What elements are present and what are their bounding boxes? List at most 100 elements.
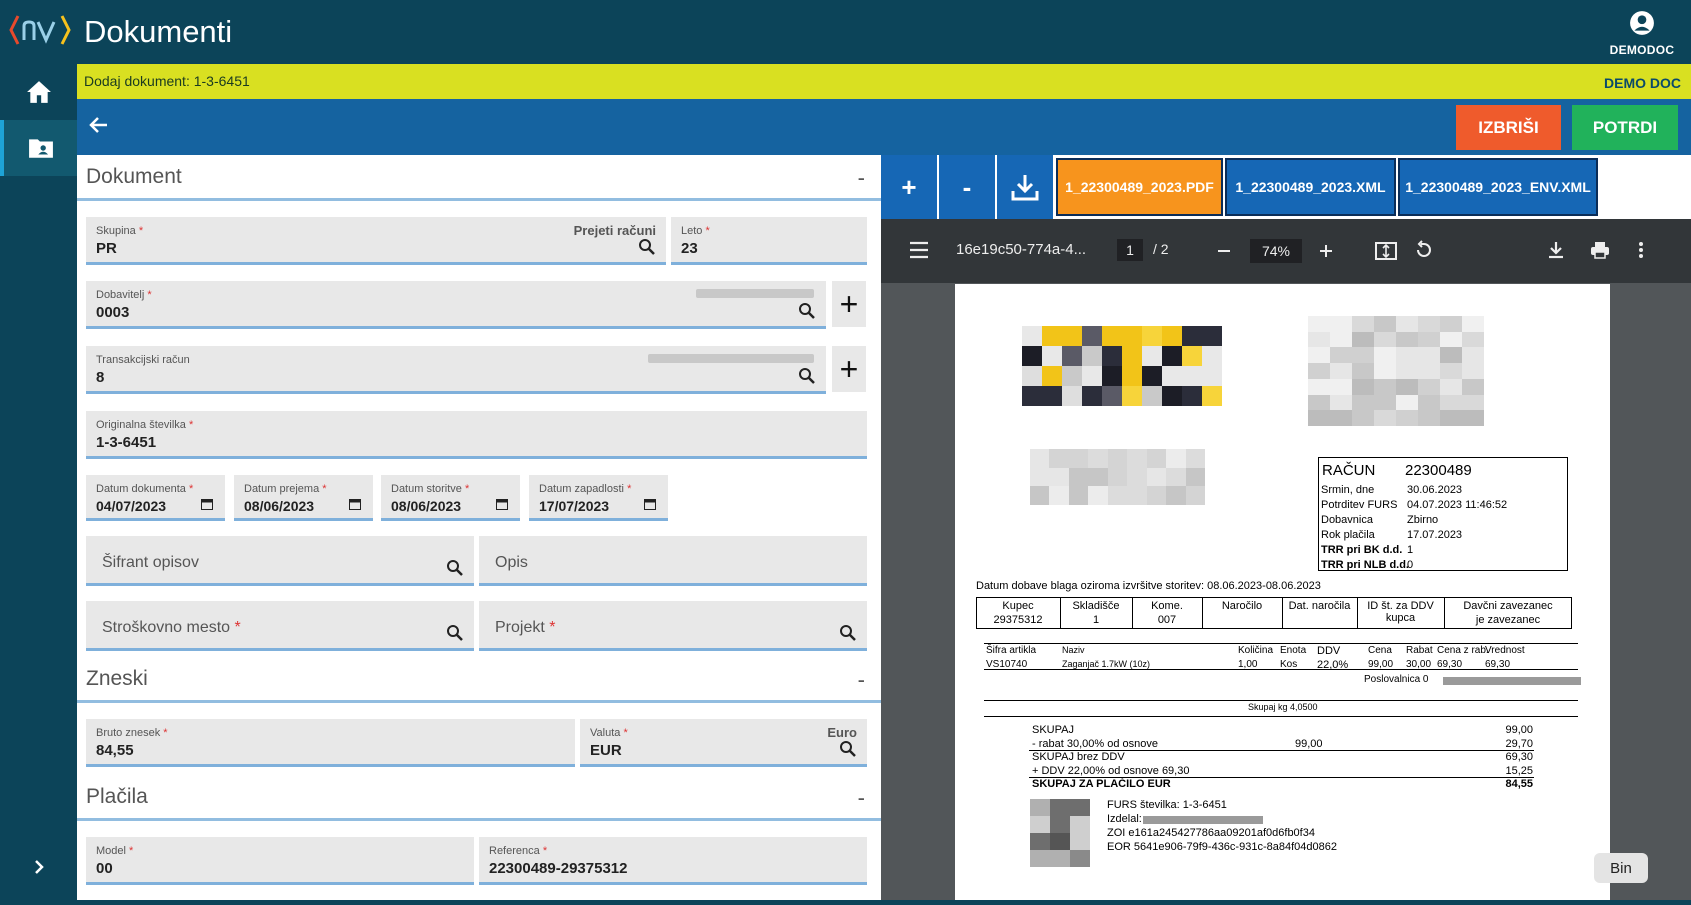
calendar-icon[interactable]: [349, 498, 361, 510]
meta-value: 0: [1407, 559, 1414, 571]
tooltip-bin: Bin: [1594, 853, 1648, 883]
orig-value: 1-3-6451: [96, 434, 157, 451]
item-cell: Zaganjač 1.7kW (10z): [1062, 659, 1151, 669]
zoom-out-icon[interactable]: [1216, 243, 1232, 259]
item-header: Rabat: [1406, 645, 1433, 656]
redacted-address: [1030, 449, 1205, 505]
item-header: Enota: [1280, 645, 1307, 656]
meta-key: TRR pri BK d.d.: [1321, 544, 1403, 556]
menu-icon[interactable]: [909, 241, 929, 259]
section-dokument[interactable]: Dokument -: [77, 155, 881, 201]
file-tab-env-xml[interactable]: 1_22300489_2023_ENV.XML: [1398, 158, 1598, 216]
remove-attachment-button[interactable]: -: [939, 155, 995, 219]
datum-zapadlosti-field[interactable]: Datum zapadlosti * 17/07/2023: [529, 475, 668, 521]
page-input[interactable]: 1: [1117, 239, 1143, 261]
section-title: Dokument: [86, 165, 182, 188]
table-cell: je zavezanec: [1475, 614, 1541, 626]
calendar-icon[interactable]: [496, 498, 508, 510]
datum-dokumenta-field[interactable]: Datum dokumenta * 04/07/2023: [86, 475, 225, 521]
download-attachment-button[interactable]: [997, 155, 1053, 219]
table-cell: 007: [1157, 614, 1177, 626]
item-cell: 30,00: [1406, 659, 1432, 670]
originalna-stevilka-field[interactable]: Originalna številka * 1-3-6451: [86, 411, 867, 459]
datum-storitve-field[interactable]: Datum storitve * 08/06/2023: [381, 475, 520, 521]
search-icon[interactable]: [446, 624, 464, 642]
section-zneski[interactable]: Zneski -: [77, 657, 881, 703]
datum-prejema-field[interactable]: Datum prejema * 08/06/2023: [234, 475, 373, 521]
delete-button[interactable]: IZBRIŠI: [1456, 105, 1561, 150]
bruto-znesek-field[interactable]: Bruto znesek * 84,55: [86, 719, 575, 767]
search-icon[interactable]: [446, 559, 464, 577]
sidebar-expand[interactable]: [0, 839, 77, 895]
back-arrow-icon[interactable]: [87, 113, 111, 137]
projekt-field[interactable]: Projekt *: [479, 601, 867, 651]
total-value: 29,70: [1505, 737, 1533, 750]
skupina-value: PR: [96, 240, 117, 257]
item-header: Cena: [1368, 645, 1392, 656]
meta-value: 17.07.2023: [1407, 529, 1463, 541]
banner-title: Dodaj dokument: 1-3-6451: [84, 73, 250, 89]
meta-key: Potrditev FURS: [1321, 499, 1398, 511]
sifrant-opisov-field[interactable]: Šifrant opisov: [86, 536, 474, 586]
table-header: Skladišče: [1072, 600, 1120, 612]
zoom-in-icon[interactable]: [1318, 243, 1334, 259]
calendar-icon[interactable]: [201, 498, 213, 510]
collapse-button[interactable]: -: [858, 667, 865, 693]
referenca-field[interactable]: Referenca * 22300489-29375312: [479, 837, 867, 885]
search-icon[interactable]: [839, 740, 857, 758]
confirm-button[interactable]: POTRDI: [1572, 105, 1678, 150]
fit-page-icon[interactable]: [1375, 241, 1397, 261]
item-cell: 69,30: [1485, 659, 1511, 670]
table-cell: 1: [1092, 614, 1100, 626]
collapse-button[interactable]: -: [858, 785, 865, 811]
leto-field[interactable]: Leto * 23: [671, 217, 867, 265]
item-header: Cena z rab.: [1437, 645, 1489, 656]
dobavitelj-value: 0003: [96, 304, 130, 321]
redacted-text: [696, 289, 814, 298]
page-total: / 2: [1153, 241, 1169, 257]
add-trr-button[interactable]: +: [832, 346, 866, 392]
trr-field[interactable]: Transakcijski račun 8: [86, 346, 826, 394]
table-header: Kupec: [1002, 600, 1034, 612]
total-label: SKUPAJ brez DDV: [1032, 751, 1125, 763]
strosko-mesto-field[interactable]: Stroškovno mesto *: [86, 601, 474, 651]
search-icon[interactable]: [798, 367, 816, 385]
valuta-field[interactable]: Valuta * Euro EUR: [580, 719, 867, 767]
print-icon[interactable]: [1590, 241, 1610, 259]
collapse-button[interactable]: -: [858, 165, 865, 191]
user-name: DEMODOC: [1609, 43, 1675, 57]
skupina-field[interactable]: Skupina * Prejeti računi PR: [86, 217, 666, 265]
qr-code: [1030, 799, 1090, 867]
download-icon[interactable]: [1547, 241, 1565, 259]
top-bar: Dokumenti DEMODOC: [0, 0, 1691, 64]
search-icon[interactable]: [638, 238, 656, 256]
table-header: Davčni zavezanec: [1463, 600, 1553, 612]
rotate-icon[interactable]: [1414, 240, 1434, 260]
add-dobavitelj-button[interactable]: +: [832, 281, 866, 327]
table-header: Kome.: [1151, 600, 1183, 612]
dobavitelj-field[interactable]: Dobavitelj * 0003: [86, 281, 826, 329]
sidebar-item-documents[interactable]: [0, 120, 77, 176]
total-base: 99,00: [1295, 737, 1323, 750]
document-banner: Dodaj dokument: 1-3-6451 DEMO DOC: [77, 64, 1691, 99]
pdf-filename: 16e19c50-774a-4...: [956, 241, 1087, 258]
zoom-level[interactable]: 74%: [1250, 239, 1302, 263]
pdf-page: RAČUN 22300489 Datum dobave blaga ozirom…: [955, 284, 1610, 900]
opis-field[interactable]: Opis: [479, 536, 867, 586]
total-value: 99,00: [1505, 724, 1533, 736]
user-menu[interactable]: DEMODOC: [1607, 10, 1677, 57]
more-vert-icon[interactable]: [1638, 241, 1644, 259]
total-label: SKUPAJ: [1032, 724, 1074, 736]
file-tab-xml[interactable]: 1_22300489_2023.XML: [1225, 158, 1396, 216]
item-header: DDV: [1317, 645, 1341, 657]
sidebar-item-home[interactable]: [0, 64, 77, 120]
search-icon[interactable]: [798, 302, 816, 320]
calendar-icon[interactable]: [644, 498, 656, 510]
file-tab-pdf[interactable]: 1_22300489_2023.PDF: [1056, 158, 1223, 216]
section-placila[interactable]: Plačila -: [77, 775, 881, 821]
model-field[interactable]: Model * 00: [86, 837, 474, 885]
redacted-logo: [1308, 316, 1484, 426]
add-attachment-button[interactable]: +: [881, 155, 937, 219]
document-form: Dokument - Skupina * Prejeti računi PR L…: [77, 155, 881, 900]
search-icon[interactable]: [839, 624, 857, 642]
